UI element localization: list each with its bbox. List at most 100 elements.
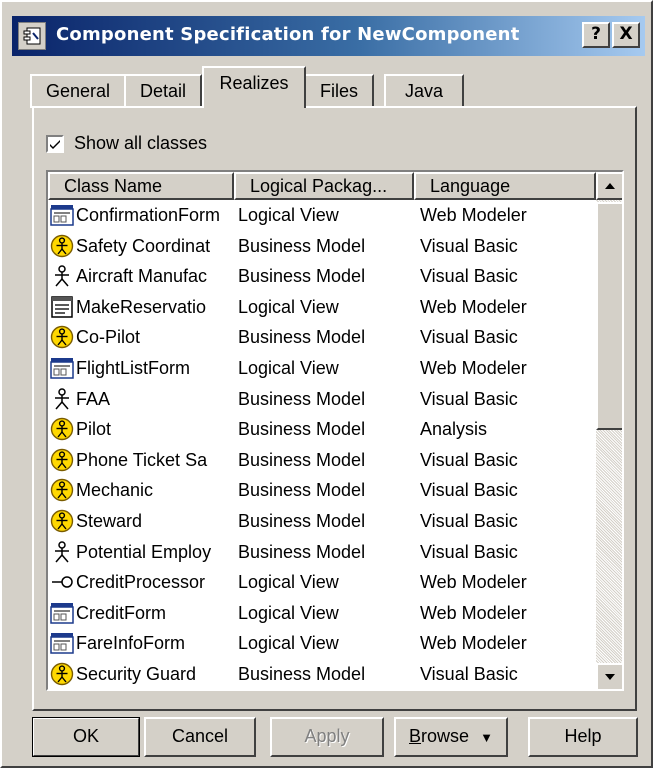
language-cell: Visual Basic xyxy=(420,449,518,470)
logical-package-cell: Business Model xyxy=(238,388,366,409)
business-worker-icon xyxy=(50,509,74,533)
logical-package-cell: Logical View xyxy=(238,602,339,623)
help-title-button[interactable]: ? xyxy=(582,22,610,48)
class-name-cell: Mechanic xyxy=(76,480,154,501)
business-worker-icon xyxy=(50,234,74,258)
tab-java[interactable]: Java xyxy=(384,74,464,108)
business-worker-icon xyxy=(50,662,74,686)
component-icon xyxy=(18,22,46,50)
dropdown-arrow-icon: ▼ xyxy=(480,730,493,745)
cancel-button-label: Cancel xyxy=(171,726,229,746)
actor-icon xyxy=(50,264,74,288)
ok-button-label: OK xyxy=(72,726,99,746)
component-spec-dialog: Component Specification for NewComponent… xyxy=(0,0,653,768)
logical-package-cell: Business Model xyxy=(238,511,366,531)
class-name-cell: Steward xyxy=(76,511,143,531)
business-worker-icon xyxy=(50,325,74,349)
close-button[interactable]: X xyxy=(612,22,640,48)
vertical-scrollbar[interactable] xyxy=(596,172,622,689)
table-row[interactable]: Potential Employ Business Model Visual Bas… xyxy=(48,537,596,568)
class-name-cell: CreditProcessor xyxy=(76,572,206,593)
help-button-label: Help xyxy=(564,726,602,746)
arrow-down-icon xyxy=(605,674,615,680)
form-class-icon xyxy=(50,203,74,227)
logical-package-cell: Logical View xyxy=(238,205,339,225)
form-class-icon xyxy=(50,631,74,655)
language-cell: Visual Basic xyxy=(420,480,518,501)
class-name-cell: FAA xyxy=(76,388,111,409)
class-name-cell: Potential Employ xyxy=(76,541,212,562)
language-cell: Web Modeler xyxy=(420,572,527,593)
table-row[interactable]: Steward Business Model Visual Basic xyxy=(48,506,596,537)
scroll-up-button[interactable] xyxy=(596,172,622,200)
ok-button[interactable]: OK xyxy=(32,717,140,757)
table-row[interactable]: MakeReservatio Logical View Web Modeler xyxy=(48,292,596,323)
logical-package-cell: Business Model xyxy=(238,480,366,501)
class-name-cell: ConfirmationForm xyxy=(76,205,221,225)
table-row[interactable]: FAA Business Model Visual Basic xyxy=(48,384,596,415)
language-cell: Visual Basic xyxy=(420,664,518,684)
title-bar[interactable]: Component Specification for NewComponent… xyxy=(12,16,645,56)
language-cell: Web Modeler xyxy=(420,358,527,378)
interface-icon xyxy=(50,570,74,594)
class-name-cell: Phone Ticket Sa xyxy=(76,449,208,470)
language-cell: Visual Basic xyxy=(420,541,518,562)
cancel-button[interactable]: Cancel xyxy=(144,717,256,757)
column-logical-package[interactable]: Logical Packag... xyxy=(234,172,414,200)
class-name-cell: Co-Pilot xyxy=(76,327,141,348)
table-row[interactable]: CreditProcessor Logical View Web Modeler xyxy=(48,567,596,598)
logical-package-cell: Business Model xyxy=(238,235,366,256)
browse-button[interactable]: Browse ▼ xyxy=(394,717,508,757)
logical-package-cell: Business Model xyxy=(238,327,366,348)
apply-button[interactable]: Apply xyxy=(270,717,384,757)
language-cell: Web Modeler xyxy=(420,205,527,225)
form-class-icon xyxy=(50,356,74,380)
table-row[interactable]: Phone Ticket Sa Business Model Visual Basi… xyxy=(48,445,596,476)
actor-icon xyxy=(50,540,74,564)
table-row[interactable]: Aircraft Manufac Business Model Visual Bas… xyxy=(48,261,596,292)
table-row[interactable]: Safety Coordinat Business Model Visual Bas… xyxy=(48,231,596,262)
class-name-cell: MakeReservatio xyxy=(76,296,207,317)
language-cell: Analysis xyxy=(420,419,488,440)
scroll-thumb[interactable] xyxy=(596,202,622,430)
business-worker-icon xyxy=(50,448,74,472)
language-cell: Web Modeler xyxy=(420,296,527,317)
class-name-cell: Pilot xyxy=(76,419,112,440)
logical-package-cell: Logical View xyxy=(238,296,339,317)
table-row[interactable]: ConfirmationForm Logical View Web Modeler xyxy=(48,200,596,231)
language-cell: Web Modeler xyxy=(420,602,527,623)
browse-mnemonic: B xyxy=(409,726,422,746)
table-row[interactable]: Mechanic Business Model Visual Basic xyxy=(48,475,596,506)
tab-realizes[interactable]: Realizes xyxy=(202,66,306,108)
class-name-cell: Aircraft Manufac xyxy=(76,266,208,287)
business-worker-icon xyxy=(50,417,74,441)
browse-button-label: rowse xyxy=(421,726,470,746)
table-row[interactable]: FlightListForm Logical View Web Modeler xyxy=(48,353,596,384)
tab-general[interactable]: General xyxy=(30,74,126,108)
realized-classes-list[interactable]: Class Name Logical Packag... Language Co… xyxy=(46,170,624,691)
table-row[interactable]: FareInfoForm Logical View Web Modeler xyxy=(48,628,596,659)
table-row[interactable]: CreditForm Logical View Web Modeler xyxy=(48,598,596,629)
tab-detail[interactable]: Detail xyxy=(124,74,202,108)
table-row[interactable]: Co-Pilot Business Model Visual Basic xyxy=(48,322,596,353)
class-name-cell: CreditForm xyxy=(76,602,167,623)
tab-files[interactable]: Files xyxy=(304,74,374,108)
business-worker-icon xyxy=(50,478,74,502)
class-name-cell: FlightListForm xyxy=(76,358,191,378)
logical-package-cell: Logical View xyxy=(238,572,339,593)
scroll-down-button[interactable] xyxy=(596,663,622,689)
show-all-classes-label[interactable]: Show all classes xyxy=(74,133,207,154)
class-name-cell: Security Guard xyxy=(76,664,197,684)
logical-package-cell: Business Model xyxy=(238,266,366,287)
language-cell: Web Modeler xyxy=(420,633,527,654)
table-row[interactable]: Pilot Business Model Analysis xyxy=(48,414,596,445)
active-tab-joint xyxy=(204,105,304,109)
column-class-name[interactable]: Class Name xyxy=(48,172,234,200)
column-language[interactable]: Language xyxy=(414,172,596,200)
list-rows: ConfirmationForm Logical View Web Modeler S… xyxy=(48,200,596,689)
checkmark-icon xyxy=(50,140,60,149)
help-button[interactable]: Help xyxy=(528,717,638,757)
logical-package-cell: Business Model xyxy=(238,664,366,684)
show-all-classes-checkbox[interactable] xyxy=(46,135,64,153)
table-row[interactable]: Security Guard Business Model Visual Basic xyxy=(48,659,596,689)
